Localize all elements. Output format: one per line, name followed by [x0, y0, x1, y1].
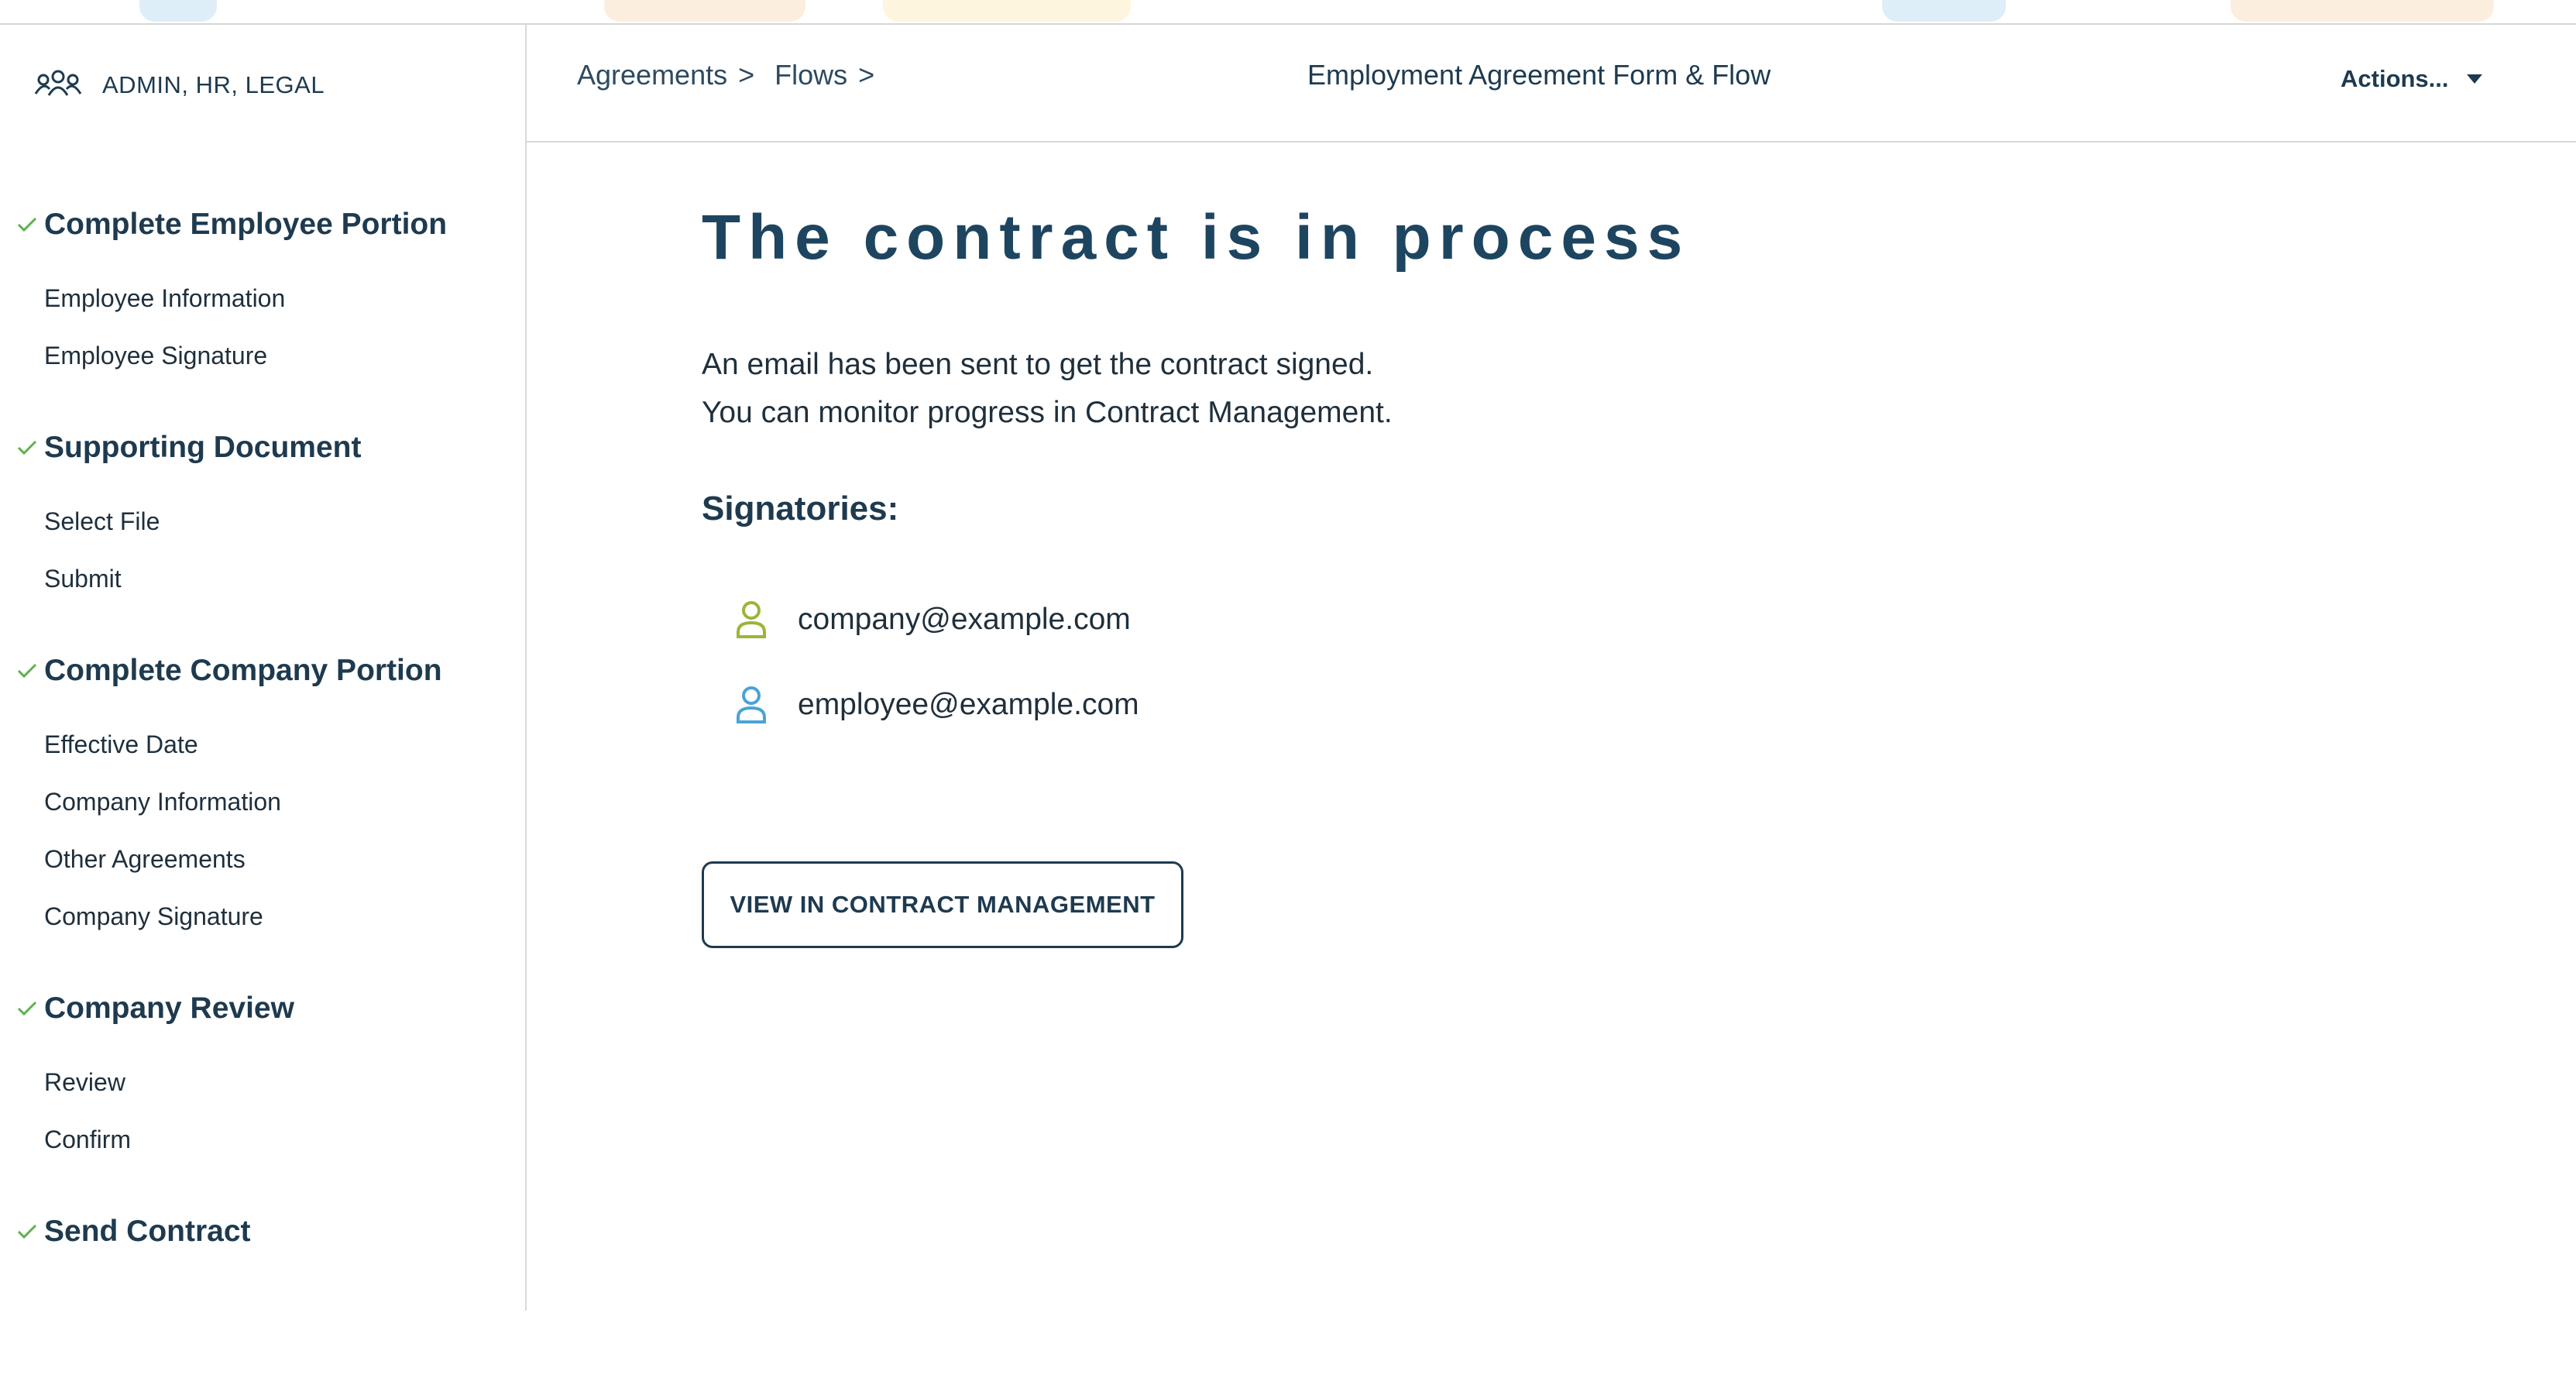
- substep-confirm[interactable]: Confirm: [44, 1126, 131, 1154]
- team-icon: [34, 70, 82, 96]
- status-message-line: An email has been sent to get the contra…: [702, 348, 1374, 381]
- step-title: Complete Employee Portion: [44, 208, 448, 241]
- substep-review[interactable]: Review: [44, 1068, 125, 1097]
- check-icon: [17, 1224, 37, 1239]
- substep-employee-signature[interactable]: Employee Signature: [44, 342, 267, 370]
- step-title: Complete Company Portion: [44, 654, 442, 687]
- substep-employee-information[interactable]: Employee Information: [44, 284, 285, 313]
- decorative-banner-shape: [139, 0, 217, 22]
- actions-menu-button[interactable]: Actions...: [2341, 65, 2483, 93]
- signatory-email: employee@example.com: [798, 688, 1139, 721]
- view-in-contract-management-button[interactable]: VIEW IN CONTRACT MANAGEMENT: [702, 861, 1183, 948]
- sidebar: ADMIN, HR, LEGAL Complete Employee Porti…: [0, 25, 527, 1311]
- team-indicator: ADMIN, HR, LEGAL: [34, 62, 325, 108]
- page-title: The contract is in process: [702, 202, 1691, 273]
- decorative-banner-shape: [2231, 0, 2494, 22]
- signatory-item: company@example.com: [736, 596, 1131, 643]
- top-header: Agreements > Flows > Employment Agreement F…: [527, 25, 2576, 143]
- team-label: ADMIN, HR, LEGAL: [102, 71, 325, 98]
- substep-company-information[interactable]: Company Information: [44, 788, 281, 816]
- substep-company-signature[interactable]: Company Signature: [44, 902, 263, 931]
- step-title: Company Review: [44, 991, 294, 1025]
- breadcrumb-separator: >: [738, 59, 755, 91]
- substep-select-file[interactable]: Select File: [44, 507, 160, 536]
- decorative-banner-shape: [883, 0, 1131, 22]
- check-icon: [17, 1001, 37, 1016]
- actions-label: Actions...: [2341, 65, 2449, 92]
- check-icon: [17, 217, 37, 232]
- decorative-banner-shape: [1882, 0, 2006, 22]
- step-title: Send Contract: [44, 1215, 251, 1248]
- substep-submit[interactable]: Submit: [44, 565, 122, 593]
- signatories-heading: Signatories:: [702, 490, 899, 528]
- status-message: An email has been sent to get the contra…: [702, 341, 1393, 437]
- decorative-banner-shape: [604, 0, 805, 22]
- user-icon: [737, 686, 766, 723]
- top-border: [0, 0, 2576, 25]
- breadcrumb-agreements[interactable]: Agreements: [577, 59, 727, 91]
- flow-title: Employment Agreement Form & Flow: [1307, 59, 1771, 91]
- main-content: The contract is in process An email has …: [702, 201, 1691, 948]
- caret-down-icon: [2466, 74, 2482, 84]
- check-icon: [17, 440, 37, 455]
- breadcrumb-separator: >: [858, 59, 875, 91]
- status-message-line: You can monitor progress in Contract Man…: [702, 396, 1393, 429]
- breadcrumb-flows[interactable]: Flows: [775, 59, 847, 91]
- user-icon: [737, 601, 766, 638]
- signatory-email: company@example.com: [798, 603, 1131, 636]
- substep-effective-date[interactable]: Effective Date: [44, 730, 198, 759]
- step-title: Supporting Document: [44, 431, 362, 464]
- breadcrumb: Agreements > Flows >: [577, 59, 895, 91]
- substep-other-agreements[interactable]: Other Agreements: [44, 845, 246, 874]
- check-icon: [17, 663, 37, 679]
- signatory-item: employee@example.com: [736, 682, 1139, 728]
